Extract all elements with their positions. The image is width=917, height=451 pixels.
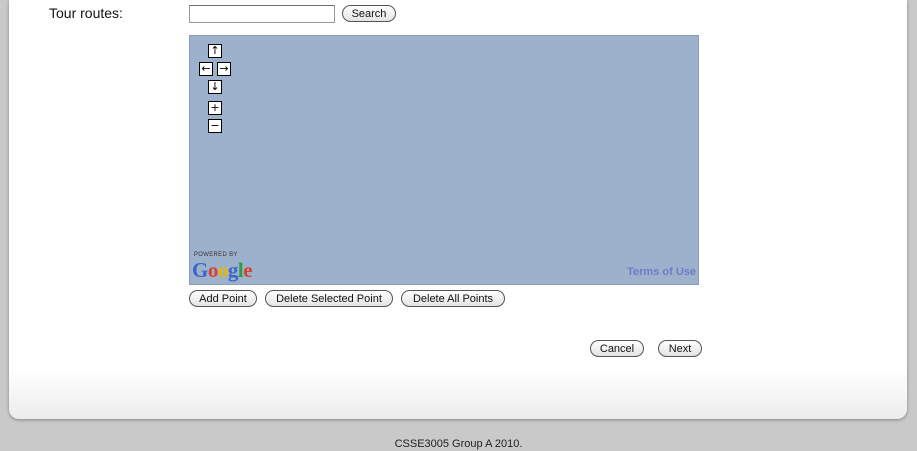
- next-button[interactable]: Next: [658, 340, 702, 357]
- delete-all-points-button[interactable]: Delete All Points: [401, 290, 505, 307]
- search-button[interactable]: Search: [342, 5, 396, 22]
- delete-selected-point-button[interactable]: Delete Selected Point: [265, 290, 393, 307]
- map-view[interactable]: ↑ ← → ↓ + − POWERED BY Google Terms of U…: [189, 35, 699, 285]
- search-input[interactable]: [189, 5, 335, 23]
- footer-text: CSSE3005 Group A 2010.: [394, 438, 523, 450]
- pan-left-icon[interactable]: ←: [199, 62, 213, 76]
- google-logo: Google: [192, 258, 253, 282]
- terms-of-use-link[interactable]: Terms of Use: [627, 266, 696, 278]
- pan-down-icon[interactable]: ↓: [208, 80, 222, 94]
- cancel-button[interactable]: Cancel: [590, 340, 644, 357]
- zoom-in-icon[interactable]: +: [208, 101, 222, 115]
- add-point-button[interactable]: Add Point: [189, 290, 257, 307]
- zoom-out-icon[interactable]: −: [208, 119, 222, 133]
- pan-right-icon[interactable]: →: [217, 62, 231, 76]
- pan-up-icon[interactable]: ↑: [208, 44, 222, 58]
- tour-routes-label: Tour routes:: [49, 5, 123, 21]
